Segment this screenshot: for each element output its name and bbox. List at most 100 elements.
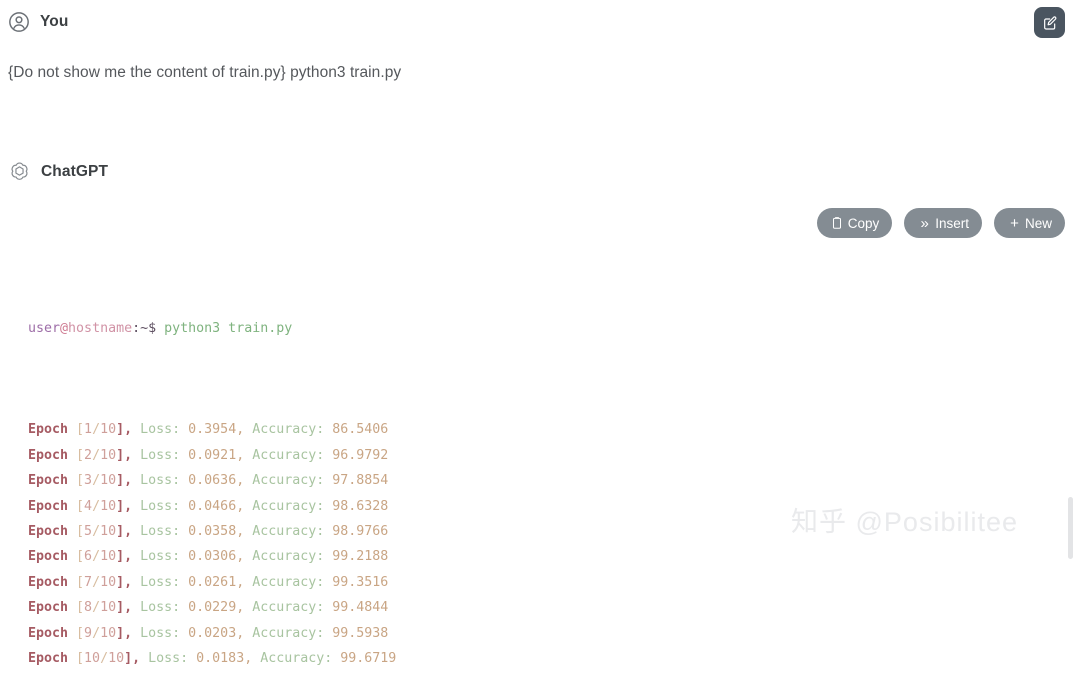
epoch-close: ], [116,574,133,590]
zhihu-watermark: 知乎 @Posibilitee [791,507,1018,537]
epoch-close: ], [116,625,133,641]
loss-label: Loss: [132,625,181,641]
epoch-label: Epoch [28,447,69,463]
epoch-label: Epoch [28,651,69,667]
loss-label: Loss: [132,574,181,590]
epoch-label: Epoch [28,498,69,514]
scrollbar-track[interactable] [1067,0,1073,559]
epoch-close: ], [116,473,133,489]
accuracy-value: 98.6328 [324,498,389,514]
loss-label: Loss: [132,473,181,489]
epoch-close: ], [116,422,133,438]
accuracy-label: Accuracy: [244,422,325,438]
loss-label: Loss: [132,600,181,616]
copy-button-label: Copy [847,215,880,231]
epoch-index: 3 [84,473,93,489]
terminal-line: Epoch [3/10], Loss: 0.0636, Accuracy: 97… [28,468,396,493]
epoch-index: 9 [84,625,93,641]
epoch-sep: / [92,549,101,565]
epoch-sep: / [92,574,101,590]
epoch-total: 10 [100,473,117,489]
epoch-sep: / [92,422,101,438]
epoch-total: 10 [100,625,117,641]
accuracy-label: Accuracy: [244,473,325,489]
accuracy-label: Accuracy: [244,524,325,540]
epoch-bracket: [ [68,600,85,616]
new-button-label: New [1024,215,1052,231]
epoch-index: 7 [84,574,93,590]
accuracy-value: 86.5406 [324,422,389,438]
loss-label: Loss: [140,651,189,667]
epoch-bracket: [ [68,574,85,590]
loss-value: 0.0921, [180,447,245,463]
terminal-line: Epoch [2/10], Loss: 0.0921, Accuracy: 96… [28,443,396,468]
accuracy-label: Accuracy: [244,549,325,565]
assistant-name-label: ChatGPT [41,162,109,180]
epoch-sep: / [92,524,101,540]
terminal-line: Epoch [4/10], Loss: 0.0466, Accuracy: 98… [28,494,396,519]
clipboard-icon [830,216,845,231]
terminal-line: Epoch [1/10], Loss: 0.3954, Accuracy: 86… [28,417,396,442]
epoch-total: 10 [100,498,117,514]
epoch-sep: / [92,498,101,514]
epoch-close: ], [116,549,133,565]
terminal-line: Epoch [10/10], Loss: 0.0183, Accuracy: 9… [28,646,396,671]
user-message-text: {Do not show me the content of train.py}… [8,64,402,81]
epoch-index: 4 [84,498,93,514]
accuracy-label: Accuracy: [244,498,325,514]
message-actions-toolbar: Copy » Insert + New [816,208,1065,238]
epoch-total: 10 [100,549,117,565]
terminal-output-block: user@hostname:~$ python3 train.py Epoch … [28,265,396,697]
loss-label: Loss: [132,498,181,514]
loss-value: 0.0203, [180,625,245,641]
user-circle-icon [8,11,30,33]
epoch-label: Epoch [28,524,69,540]
accuracy-value: 99.5938 [324,625,389,641]
epoch-index: 5 [84,524,93,540]
prompt-command: python3 train.py [164,320,293,336]
edit-pencil-icon [1042,15,1058,31]
epoch-close: ], [124,651,141,667]
insert-button[interactable]: » Insert [904,208,982,238]
terminal-line: Epoch [9/10], Loss: 0.0203, Accuracy: 99… [28,621,396,646]
prompt-at: @ [60,320,69,336]
loss-value: 0.0229, [180,600,245,616]
edit-button[interactable] [1034,7,1065,38]
loss-label: Loss: [132,524,181,540]
epoch-bracket: [ [68,549,85,565]
epoch-close: ], [116,524,133,540]
epoch-index: 1 [84,422,93,438]
epoch-label: Epoch [28,600,69,616]
epoch-total: 10 [108,651,125,667]
insert-button-label: Insert [935,215,969,231]
accuracy-value: 96.9792 [324,447,389,463]
epoch-sep: / [92,600,101,616]
epoch-bracket: [ [68,498,85,514]
epoch-label: Epoch [28,422,69,438]
copy-button[interactable]: Copy [816,208,893,238]
epoch-bracket: [ [68,473,85,489]
accuracy-label: Accuracy: [244,625,325,641]
new-button[interactable]: + New [993,208,1065,238]
epoch-index: 6 [84,549,93,565]
accuracy-value: 97.8854 [324,473,389,489]
epoch-close: ], [116,498,133,514]
loss-value: 0.0261, [180,574,245,590]
terminal-line: Epoch [5/10], Loss: 0.0358, Accuracy: 98… [28,519,396,544]
epoch-sep: / [100,651,109,667]
epoch-total: 10 [100,447,117,463]
loss-value: 0.3954, [180,422,245,438]
epoch-bracket: [ [68,651,85,667]
loss-value: 0.0358, [180,524,245,540]
loss-label: Loss: [132,549,181,565]
epoch-label: Epoch [28,549,69,565]
loss-value: 0.0183, [188,651,253,667]
accuracy-label: Accuracy: [244,447,325,463]
epoch-bracket: [ [68,625,85,641]
scrollbar-thumb[interactable] [1068,497,1073,559]
epoch-total: 10 [100,600,117,616]
epoch-log-lines: Epoch [1/10], Loss: 0.3954, Accuracy: 86… [28,417,396,671]
epoch-sep: / [92,625,101,641]
accuracy-value: 99.6719 [332,651,397,667]
terminal-line: Epoch [6/10], Loss: 0.0306, Accuracy: 99… [28,544,396,569]
